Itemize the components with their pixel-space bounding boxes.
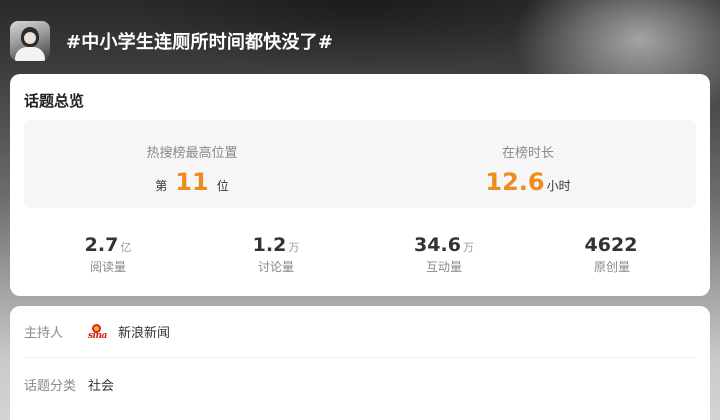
metric-discussions: 1.2 万 讨论量 <box>192 234 360 280</box>
page-title: #中小学生连厕所时间都快没了# <box>66 32 334 53</box>
category-value[interactable]: 社会 <box>88 375 114 394</box>
highest-rank-label: 热搜榜最高位置 <box>146 146 238 161</box>
metric-label: 原创量 <box>593 260 630 274</box>
sina-logo-text: sina <box>88 330 107 341</box>
metric-reads: 2.7 亿 阅读量 <box>24 234 192 280</box>
metric-value-row: 1.2 万 <box>253 234 300 256</box>
metric-label: 互动量 <box>425 260 462 274</box>
avatar[interactable] <box>10 21 50 61</box>
highest-rank-value-row: 第 11 位 <box>155 169 228 195</box>
host-link[interactable]: sina 新浪新闻 <box>88 322 170 341</box>
metric-unit: 万 <box>288 241 300 254</box>
duration-suffix: 小时 <box>546 179 571 193</box>
duration-value-row: 12.6 小时 <box>485 169 570 195</box>
metric-label: 讨论量 <box>257 260 294 274</box>
metric-value-row: 34.6 万 <box>414 234 474 256</box>
metric-originals: 4622 原创量 <box>528 234 696 280</box>
avatar-body-shape <box>15 47 45 61</box>
avatar-face-shape <box>24 32 36 44</box>
highest-rank-stat: 热搜榜最高位置 第 11 位 <box>24 120 360 208</box>
metrics-row: 2.7 亿 阅读量 1.2 万 讨论量 34.6 万 互动量 4622 原创量 <box>24 234 696 280</box>
duration-value: 12.6 <box>485 168 545 196</box>
metric-interactions: 34.6 万 互动量 <box>360 234 528 280</box>
metric-unit: 万 <box>462 241 474 254</box>
overview-title: 话题总览 <box>24 92 85 110</box>
topic-header: #中小学生连厕所时间都快没了# <box>10 20 710 62</box>
host-row: 主持人 sina 新浪新闻 <box>24 306 696 358</box>
sina-logo-icon: sina <box>88 323 112 341</box>
duration-stat: 在榜时长 12.6 小时 <box>360 120 696 208</box>
metric-value: 34.6 <box>414 234 461 256</box>
overview-card: 话题总览 热搜榜最高位置 第 11 位 在榜时长 12.6 小时 2.7 亿 阅… <box>10 74 710 296</box>
metric-unit: 亿 <box>120 241 132 254</box>
category-row: 话题分类 社会 <box>24 358 696 410</box>
metric-value: 4622 <box>584 234 638 256</box>
host-name: 新浪新闻 <box>118 326 171 341</box>
metric-value-row: 4622 <box>585 234 640 256</box>
metric-label: 阅读量 <box>89 260 126 274</box>
metric-value: 1.2 <box>252 234 287 256</box>
host-label: 主持人 <box>24 326 64 341</box>
highest-rank-suffix: 位 <box>216 179 229 193</box>
highest-rank-value: 11 <box>175 168 209 196</box>
topic-info-card: 主持人 sina 新浪新闻 话题分类 社会 <box>10 306 710 420</box>
metric-value: 2.7 <box>84 234 119 256</box>
duration-label: 在榜时长 <box>501 146 554 161</box>
ranking-stats-box: 热搜榜最高位置 第 11 位 在榜时长 12.6 小时 <box>24 120 696 208</box>
highest-rank-prefix: 第 <box>155 179 168 193</box>
category-label: 话题分类 <box>24 378 77 394</box>
metric-value-row: 2.7 亿 <box>85 234 132 256</box>
